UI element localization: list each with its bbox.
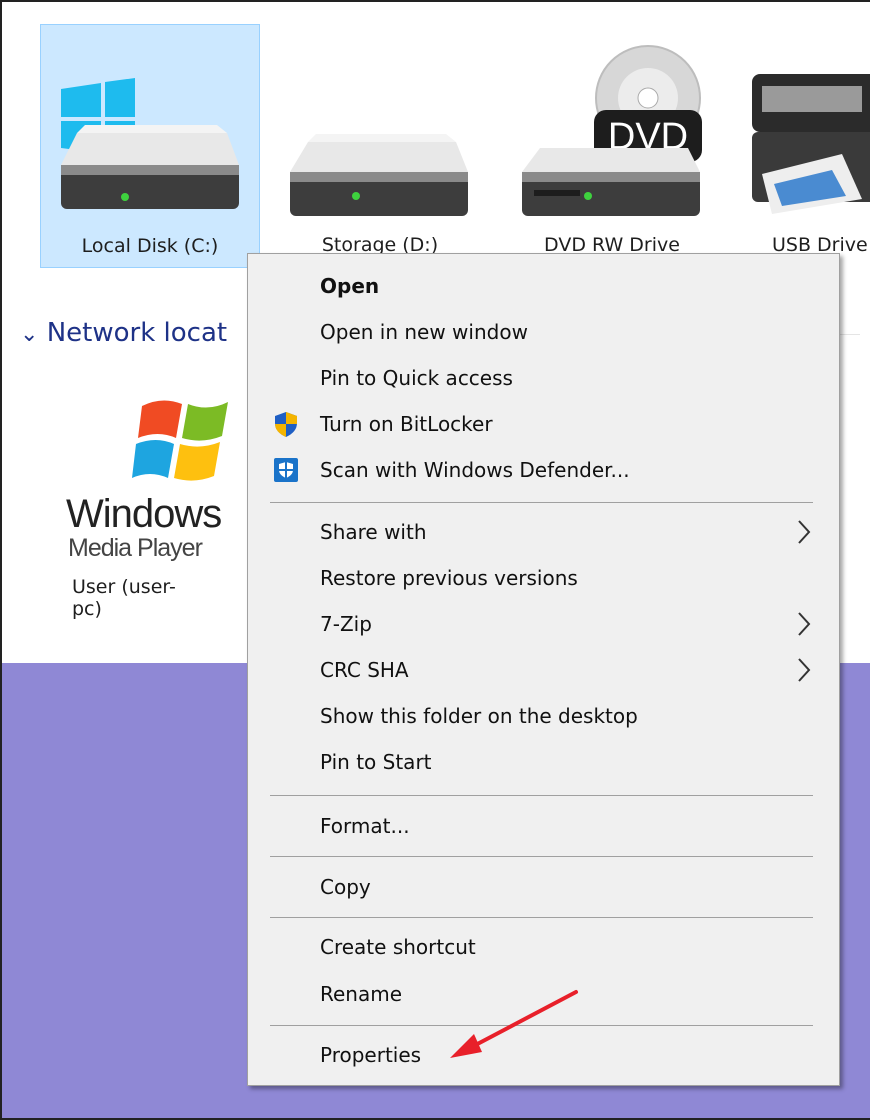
menu-item-label: Scan with Windows Defender...	[320, 458, 630, 482]
menu-item-label: Create shortcut	[320, 935, 476, 959]
menu-item-label: Format...	[320, 814, 410, 838]
menu-item-label: Open in new window	[320, 320, 528, 344]
menu-item-label: Show this folder on the desktop	[320, 704, 638, 728]
menu-item-label: Pin to Quick access	[320, 366, 513, 390]
printer-drive-icon	[752, 74, 870, 214]
menu-item-label: CRC SHA	[320, 658, 409, 682]
menu-separator	[270, 917, 813, 918]
drive-usb[interactable]: USB Drive	[732, 24, 870, 268]
menu-item-create-shortcut[interactable]: Create shortcut	[248, 924, 839, 970]
menu-item-crc-sha[interactable]: CRC SHA	[248, 647, 839, 693]
uac-shield-icon	[275, 412, 297, 437]
drive-dvd-rw[interactable]: DVD DVD RW Drive	[502, 24, 722, 268]
menu-item-open[interactable]: Open	[248, 263, 839, 309]
chevron-right-icon	[798, 520, 811, 544]
menu-item-label: Share with	[320, 520, 427, 544]
wmp-logo-word: Windows	[66, 492, 222, 536]
menu-item-open-new-window[interactable]: Open in new window	[248, 309, 839, 355]
menu-separator	[270, 795, 813, 796]
chevron-right-icon	[798, 658, 811, 682]
drive-label: Local Disk (C:)	[81, 235, 219, 257]
menu-item-copy[interactable]: Copy	[248, 864, 839, 910]
menu-item-label: Restore previous versions	[320, 566, 578, 590]
menu-item-restore-versions[interactable]: Restore previous versions	[248, 555, 839, 601]
menu-separator	[270, 502, 813, 503]
menu-item-label: Turn on BitLocker	[320, 412, 493, 436]
windows-defender-icon	[274, 458, 298, 482]
chevron-right-icon	[798, 612, 811, 636]
menu-item-7zip[interactable]: 7-Zip	[248, 601, 839, 647]
network-item-label: User (user-pc)	[72, 576, 176, 620]
menu-item-label: Open	[320, 274, 380, 298]
wmp-logo-sub: Media Player	[68, 534, 203, 562]
chevron-down-icon: ⌄	[20, 322, 39, 347]
menu-item-bitlocker[interactable]: Turn on BitLocker	[248, 401, 839, 447]
drive-storage-d[interactable]: Storage (D:)	[270, 24, 490, 268]
network-locations-header[interactable]: ⌄ Network locat	[20, 318, 227, 348]
menu-item-format[interactable]: Format...	[248, 803, 839, 849]
section-header-label: Network locat	[46, 318, 228, 348]
red-arrow-annotation	[450, 990, 578, 1058]
menu-item-label: Pin to Start	[320, 750, 432, 774]
menu-separator	[270, 856, 813, 857]
menu-item-pin-to-start[interactable]: Pin to Start	[248, 739, 839, 785]
menu-item-share-with[interactable]: Share with	[248, 509, 839, 555]
menu-item-show-on-desktop[interactable]: Show this folder on the desktop	[248, 693, 839, 739]
menu-item-label: Copy	[320, 875, 371, 899]
hard-drive-icon	[290, 134, 468, 216]
menu-item-pin-quick-access[interactable]: Pin to Quick access	[248, 355, 839, 401]
menu-item-label: Rename	[320, 982, 403, 1006]
network-item-user-pc[interactable]: Windows Media Player User (user-pc)	[2, 382, 228, 620]
windows-logo-icon	[132, 400, 228, 481]
windows-drive-icon	[61, 78, 239, 209]
menu-item-label: 7-Zip	[320, 612, 372, 636]
context-menu: Open Open in new window Pin to Quick acc…	[247, 253, 840, 1086]
dvd-drive-icon: DVD	[522, 45, 702, 216]
menu-item-label: Properties	[320, 1043, 422, 1067]
drive-local-disk-c[interactable]: Local Disk (C:)	[40, 24, 260, 268]
menu-item-scan-defender[interactable]: Scan with Windows Defender...	[248, 447, 839, 493]
